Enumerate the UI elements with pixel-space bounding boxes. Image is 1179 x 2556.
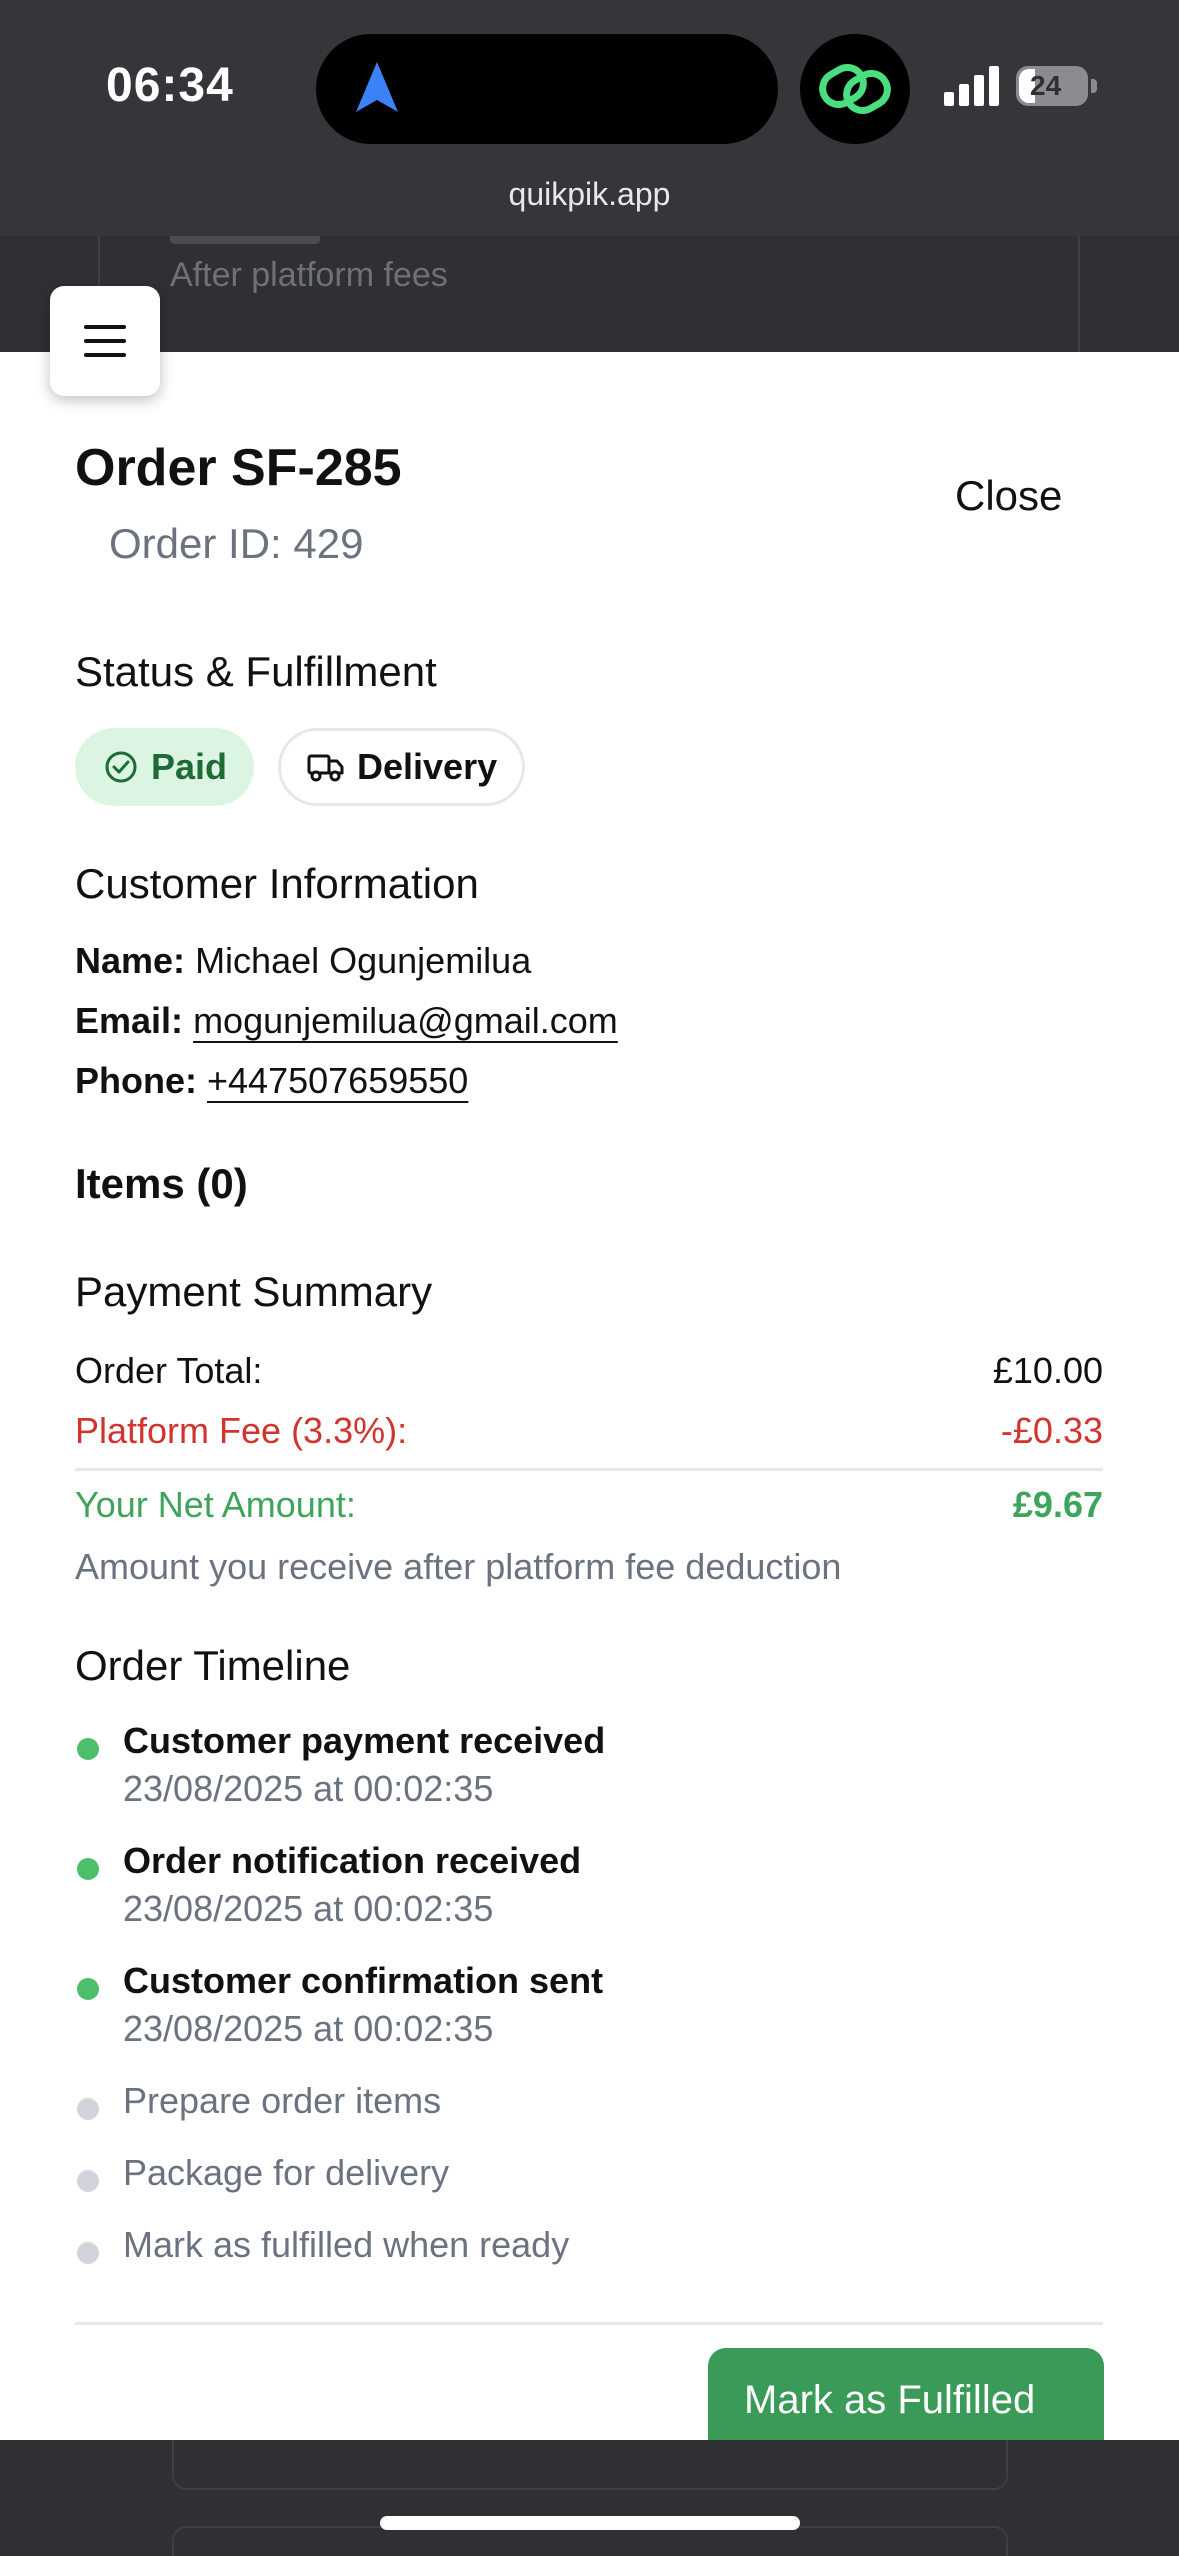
email-label: Email: bbox=[75, 1000, 184, 1041]
items-heading: Items (0) bbox=[75, 1160, 248, 1207]
paid-badge-label: Paid bbox=[151, 746, 228, 787]
order-detail-modal: Order SF-285 Order ID: 429 Close Status … bbox=[0, 352, 1179, 2440]
delivery-badge: Delivery bbox=[278, 728, 525, 806]
timeline-item-title: Customer confirmation sent bbox=[123, 1960, 604, 2001]
background-card-subtitle: After platform fees bbox=[170, 256, 448, 294]
timeline-dot-pending bbox=[77, 2242, 99, 2264]
mark-as-fulfilled-button[interactable]: Mark as Fulfilled bbox=[708, 2348, 1104, 2440]
delivery-badge-label: Delivery bbox=[357, 746, 498, 787]
timeline-pending-item: Prepare order items bbox=[123, 2080, 442, 2121]
hamburger-menu-button[interactable] bbox=[50, 286, 160, 396]
timeline-dot-complete bbox=[77, 1738, 99, 1760]
customer-email-link[interactable]: mogunjemilua@gmail.com bbox=[193, 1000, 618, 1041]
background-card-bottom bbox=[172, 2440, 1008, 2490]
timeline-heading: Order Timeline bbox=[75, 1642, 351, 1689]
paid-badge: Paid bbox=[75, 728, 254, 806]
timeline-item-time: 23/08/2025 at 00:02:35 bbox=[123, 2008, 494, 2049]
net-amount-label: Your Net Amount: bbox=[75, 1484, 356, 1525]
platform-fee-label: Platform Fee (3.3%): bbox=[75, 1410, 408, 1451]
timeline-item-title: Order notification received bbox=[123, 1840, 582, 1881]
order-id: Order ID: 429 bbox=[109, 520, 364, 567]
background-card bbox=[98, 236, 1080, 356]
status-bar: 06:34 24 quikpik.app bbox=[0, 0, 1179, 236]
battery-icon: 24 bbox=[1016, 66, 1097, 106]
timeline-dot-pending bbox=[77, 2170, 99, 2192]
customer-heading: Customer Information bbox=[75, 860, 479, 907]
timeline-pending-item: Mark as fulfilled when ready bbox=[123, 2224, 570, 2265]
cellular-signal-icon bbox=[944, 66, 999, 106]
status-time: 06:34 bbox=[106, 59, 234, 112]
customer-phone-row: Phone: +447507659550 bbox=[75, 1060, 468, 1102]
battery-level: 24 bbox=[1030, 70, 1062, 101]
timeline-dot-pending bbox=[77, 2098, 99, 2120]
timeline-item-time: 23/08/2025 at 00:02:35 bbox=[123, 1888, 494, 1929]
timeline-item-time: 23/08/2025 at 00:02:35 bbox=[123, 1768, 494, 1809]
customer-phone-link[interactable]: +447507659550 bbox=[207, 1060, 468, 1101]
home-indicator[interactable] bbox=[380, 2516, 800, 2530]
net-amount-value: £9.67 bbox=[1012, 1484, 1103, 1525]
customer-name-row: Name: Michael Ogunjemilua bbox=[75, 940, 531, 982]
truck-icon bbox=[307, 754, 344, 782]
timeline-dot-complete bbox=[77, 1978, 99, 2000]
timeline-dot-complete bbox=[77, 1858, 99, 1880]
footer-divider bbox=[75, 2322, 1103, 2325]
timeline-item-title: Customer payment received bbox=[123, 1720, 606, 1761]
status-heading: Status & Fulfillment bbox=[75, 648, 437, 695]
background-card-next bbox=[172, 2526, 1008, 2556]
payment-divider bbox=[75, 1468, 1103, 1471]
order-title: Order SF-285 bbox=[75, 439, 402, 497]
phone-label: Phone: bbox=[75, 1060, 197, 1101]
net-amount-note: Amount you receive after platform fee de… bbox=[75, 1546, 842, 1587]
timeline-pending-item: Package for delivery bbox=[123, 2152, 450, 2193]
name-label: Name: bbox=[75, 940, 186, 981]
url-bar[interactable]: quikpik.app bbox=[0, 176, 1179, 213]
customer-email-row: Email: mogunjemilua@gmail.com bbox=[75, 1000, 618, 1042]
customer-name: Michael Ogunjemilua bbox=[195, 940, 532, 981]
menu-icon bbox=[84, 325, 126, 357]
order-total-value: £10.00 bbox=[992, 1350, 1103, 1391]
location-arrow-icon bbox=[356, 62, 398, 112]
app-link-icon bbox=[800, 34, 910, 144]
close-button[interactable]: Close bbox=[955, 472, 1062, 520]
check-circle-icon bbox=[105, 751, 137, 783]
background-card-heading-fragment bbox=[170, 236, 320, 244]
platform-fee-value: -£0.33 bbox=[1000, 1410, 1103, 1451]
payment-heading: Payment Summary bbox=[75, 1268, 433, 1315]
order-total-label: Order Total: bbox=[75, 1350, 263, 1391]
